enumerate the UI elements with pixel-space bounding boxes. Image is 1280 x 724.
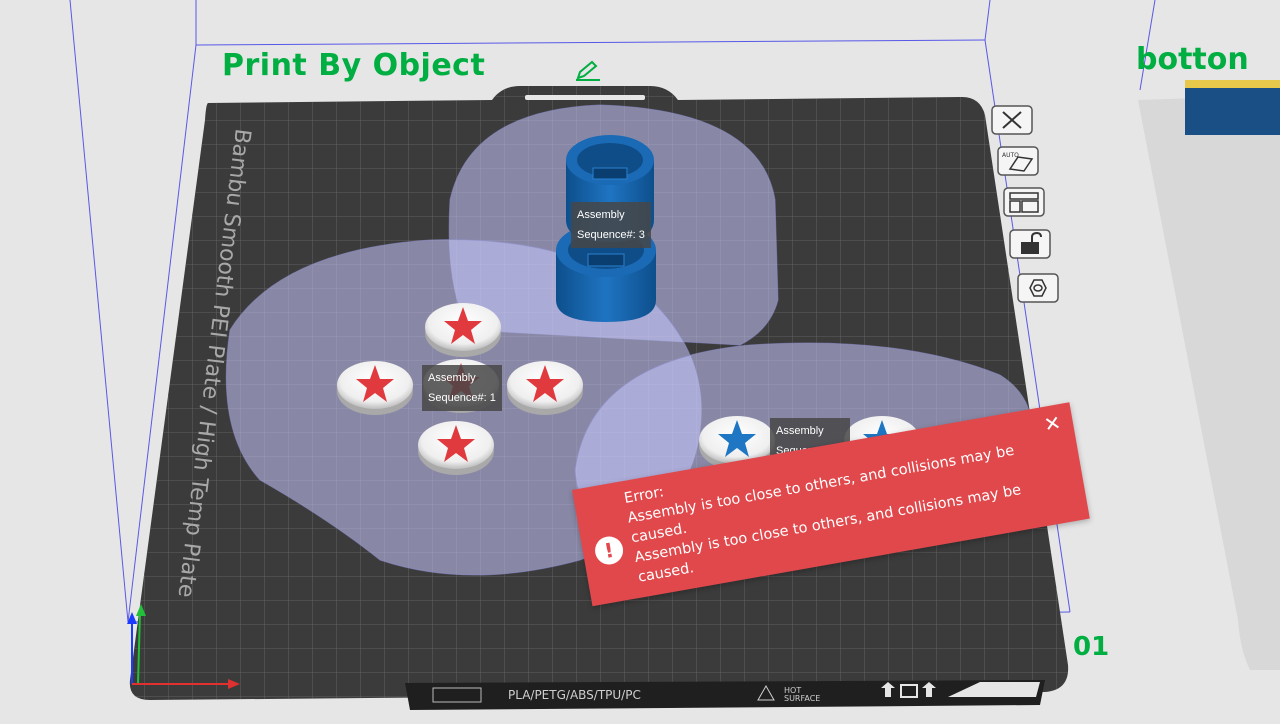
neighbor-object — [1185, 80, 1280, 135]
object-sequence: Sequence#: 1 — [428, 392, 496, 404]
error-icon: ! — [592, 534, 626, 567]
lock-icon[interactable] — [1008, 228, 1052, 260]
neighbor-plate-title[interactable]: botton — [1136, 42, 1249, 77]
filament-types-text: PLA/PETG/ABS/TPU/PC — [508, 688, 641, 702]
close-icon[interactable]: ✕ — [1042, 410, 1063, 437]
object-name: Assembly — [776, 425, 824, 437]
plate-settings-icon[interactable] — [1016, 272, 1060, 304]
plate-title[interactable]: Print By Object — [222, 48, 485, 83]
plate-bottom-bar — [405, 680, 1045, 710]
close-icon[interactable] — [990, 104, 1034, 136]
arrange-icon[interactable] — [1002, 186, 1046, 218]
neighbor-plate — [1138, 95, 1280, 670]
object-sequence: Sequence#: 3 — [577, 229, 645, 241]
auto-orient-icon[interactable]: AUTO — [996, 145, 1040, 177]
object-name: Assembly — [428, 372, 476, 384]
object-name: Assembly — [577, 209, 625, 221]
plate-number: 01 — [1073, 632, 1110, 662]
object-label-1: Assembly Sequence#: 1 — [422, 365, 502, 411]
object-label-3: Assembly Sequence#: 3 — [571, 202, 651, 248]
edit-icon[interactable] — [574, 60, 602, 82]
hot-surface-text-2: SURFACE — [784, 694, 820, 703]
viewport-3d[interactable]: PLA/PETG/ABS/TPU/PC HOT SURFACE Bambu Sm… — [0, 0, 1280, 720]
